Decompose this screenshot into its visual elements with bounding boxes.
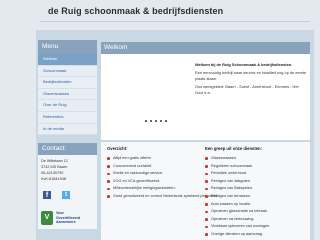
welkom-region: Ons werkgebied: Baarn - Soest - Amersfoo… [195, 84, 299, 95]
contact-kvk: KvK:61841948 [41, 177, 66, 182]
vca-logo-icon: V [41, 211, 53, 226]
dienst-item: Reinigen van dakgoten. [205, 178, 307, 186]
vca-certification: V Voor Gecertificeerd Aannemers [38, 207, 97, 230]
dienst-item: Reinigen van Bakspelen. [205, 185, 307, 193]
overzicht-column: Overzicht: Altijd een gratis offerte. Con… [107, 146, 218, 201]
info-panel: Overzicht: Altijd een gratis offerte. Con… [101, 142, 310, 240]
menu-item-schoonmaak[interactable]: Schoonmaak [38, 65, 97, 78]
site-title: de Ruig schoonmaak & bedrijfsdiensten [48, 6, 224, 16]
slider-dots [145, 120, 167, 122]
welkom-service: Een eenvoudig bedrijf waar service en kw… [195, 70, 307, 81]
dienst-item: Reinigen van terrassen. [205, 193, 307, 201]
dienst-item: Glazenwassen. [205, 155, 307, 163]
menu-item-glazenwassen[interactable]: Glazenwassen [38, 88, 97, 101]
overzicht-title: Overzicht: [107, 146, 128, 151]
overzicht-item: Altijd een gratis offerte. [107, 155, 201, 163]
welkom-heading: Welkom [101, 42, 310, 54]
dienst-item: Overige diensten op aanvraag. [205, 231, 307, 239]
diensten-title: Een greep uit onze diensten: [205, 146, 263, 151]
dienst-item: Regulieren schoonmaak. [205, 163, 307, 171]
dienst-item: Vloeibaar opleveren van woningen. [205, 223, 307, 231]
overzicht-item: Milieuvriendelijke reinigingsmiddelen. [107, 185, 201, 193]
welkom-text: Welkom bij de Ruig Schoonmaak & bedrijfs… [195, 62, 307, 98]
twitter-icon[interactable]: t [62, 191, 70, 200]
slider-dot[interactable] [150, 120, 152, 122]
overzicht-item: Concurrerend uurtarief. [107, 163, 201, 171]
dienst-item: Auto wassen op locatie. [205, 201, 307, 209]
vca-text: Voor Gecertificeerd Aannemers [56, 211, 81, 225]
title-divider [40, 21, 310, 22]
slider-dot[interactable] [165, 120, 167, 122]
dienst-item: Opruimen glasschade na inbraak. [205, 208, 307, 216]
welkom-intro: Welkom bij de Ruig Schoonmaak & bedrijfs… [195, 62, 293, 67]
menu-item-welkom[interactable]: Welkom [38, 54, 97, 66]
slider-dot[interactable] [160, 120, 162, 122]
facebook-icon[interactable]: f [43, 191, 51, 200]
dienst-item: Periodiek onderhoud. [205, 170, 307, 178]
overzicht-item: VOG en VCA gecertificeerd. [107, 178, 201, 186]
menu-item-in-de-media[interactable]: In de media [38, 123, 97, 136]
menu-item-referenties[interactable]: Referenties [38, 111, 97, 124]
overzicht-item: Goed gemotiveerd en correct Nederlands s… [107, 193, 218, 201]
social-links: f t [38, 185, 97, 208]
welkom-panel: Welkom bij de Ruig Schoonmaak & bedrijfs… [101, 54, 310, 140]
contact-block: De Wittelaan 12 3742 MS Baarn 06-4213979… [38, 155, 97, 186]
menu-title: Menu [38, 40, 97, 54]
overzicht-item: Snelle en vakkundige service. [107, 170, 201, 178]
image-slider [111, 60, 193, 132]
sidebar: Menu Welkom Schoonmaak Bedrijfsdiensten … [38, 40, 97, 230]
menu-item-over-de-ruig[interactable]: Over de Ruig [38, 100, 97, 112]
menu-item-bedrijfsdiensten[interactable]: Bedrijfsdiensten [38, 77, 97, 89]
diensten-column: Een greep uit onze diensten: Glazenwasse… [205, 146, 307, 239]
slider-dot[interactable] [145, 120, 147, 122]
contact-title: Contact: [38, 143, 97, 156]
dienst-item: Opruimen na verbouwing. [205, 216, 307, 224]
slider-dot[interactable] [155, 120, 157, 122]
